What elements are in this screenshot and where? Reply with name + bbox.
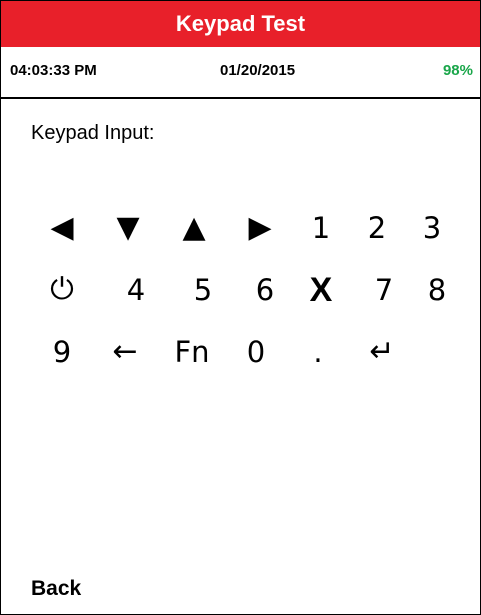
status-bar: 04:03:33 PM 01/20/2015 98% [1, 47, 480, 99]
status-time: 04:03:33 PM [10, 62, 97, 79]
key-x[interactable]: X [295, 262, 347, 318]
key-4[interactable]: 4 [110, 262, 162, 318]
key-9[interactable]: 9 [36, 324, 88, 380]
key-left-arrow[interactable]: ◀ [36, 200, 88, 256]
backspace-arrow-icon: ← [112, 334, 138, 369]
key-5[interactable]: 5 [177, 262, 229, 318]
page-title: Keypad Test [175, 11, 306, 36]
key-6[interactable]: 6 [239, 262, 291, 318]
key-up-arrow[interactable]: ▲ [168, 200, 220, 256]
battery-level: 98% [442, 62, 473, 79]
left-arrow-icon: ◀ [50, 210, 74, 245]
key-2[interactable]: 2 [351, 200, 403, 256]
key-1[interactable]: 1 [295, 200, 347, 256]
key-0[interactable]: 0 [230, 324, 282, 380]
key-8[interactable]: 8 [411, 262, 463, 318]
keypad-grid: ◀ ▼ ▲ ▶ 1 2 3 ⏻ 4 5 6 X 7 8 9 ← Fn 0 . ↵ [36, 200, 466, 400]
status-date: 01/20/2015 [220, 62, 296, 79]
x-icon: X [309, 271, 333, 309]
back-button[interactable]: Back [31, 577, 81, 601]
key-enter[interactable]: ↵ [356, 324, 408, 380]
key-down-arrow[interactable]: ▼ [102, 200, 154, 256]
enter-icon: ↵ [369, 334, 395, 369]
power-icon: ⏻ [50, 272, 74, 307]
keypad-input-label: Keypad Input: [31, 122, 155, 144]
key-power[interactable]: ⏻ [36, 262, 88, 318]
key-3[interactable]: 3 [406, 200, 458, 256]
key-fn[interactable]: Fn [166, 324, 218, 380]
key-dot[interactable]: . [292, 324, 344, 380]
key-7[interactable]: 7 [358, 262, 410, 318]
up-arrow-icon: ▲ [182, 210, 206, 245]
key-right-arrow[interactable]: ▶ [234, 200, 286, 256]
title-bar: Keypad Test [1, 1, 480, 47]
key-backspace[interactable]: ← [99, 324, 151, 380]
down-arrow-icon: ▼ [116, 210, 140, 245]
right-arrow-icon: ▶ [248, 210, 272, 245]
